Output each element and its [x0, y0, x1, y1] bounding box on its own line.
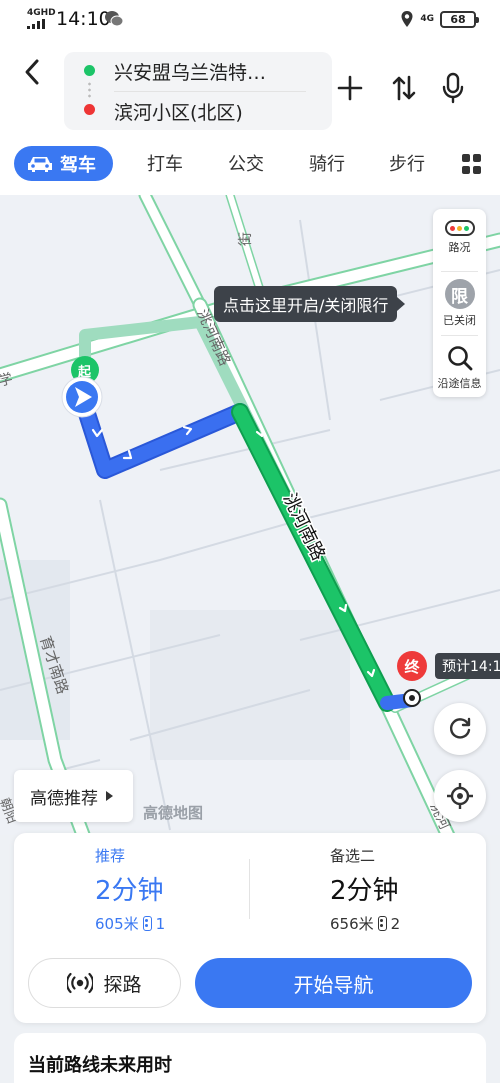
signal-icon	[27, 19, 45, 29]
route-time: 2分钟	[95, 876, 164, 906]
map-watermark: 高德地图	[143, 804, 204, 822]
chevron-left-icon	[25, 59, 39, 85]
wechat-icon	[105, 11, 124, 27]
status-bar: 4GHD 14:10 4G 68	[0, 0, 500, 40]
locate-icon	[447, 783, 473, 809]
network-label: 4GHD	[27, 8, 56, 18]
swap-icon	[392, 75, 416, 101]
traffic-icon	[444, 220, 475, 236]
tab-transit[interactable]: 公交	[228, 150, 264, 176]
route-divider	[114, 91, 306, 92]
route-header: 兴安盟乌兰浩特… 滨河小区(北区) 驾车 打车 公交 骑行 步行	[0, 40, 500, 195]
network-indicator: 4GHD	[27, 9, 56, 29]
more-modes-icon[interactable]	[462, 154, 482, 174]
gaode-recommend-button[interactable]: 高德推荐	[14, 770, 133, 822]
battery-level: 68	[450, 12, 466, 26]
restriction-toggle[interactable]: 限 已关闭	[433, 273, 486, 333]
tab-drive-label: 驾车	[60, 154, 96, 176]
tab-walk[interactable]: 步行	[389, 150, 425, 176]
route-option-recommended[interactable]: 推荐 2分钟 605米 1	[95, 845, 295, 934]
refresh-button[interactable]	[434, 703, 486, 755]
origin-field[interactable]: 兴安盟乌兰浩特…	[114, 58, 314, 85]
restriction-tooltip[interactable]: 点击这里开启/关闭限行	[214, 286, 406, 322]
tab-ride[interactable]: 骑行	[309, 150, 345, 176]
traffic-light-icon	[377, 916, 387, 931]
traffic-light-icon	[142, 916, 152, 931]
refresh-icon	[449, 717, 471, 739]
restriction-icon: 限	[444, 279, 475, 309]
tab-taxi[interactable]: 打车	[147, 150, 183, 176]
along-route-info[interactable]: 沿途信息	[433, 337, 486, 397]
route-tag: 备选二	[330, 847, 376, 865]
recommend-label: 高德推荐	[30, 788, 98, 809]
eta-label: 预计14:12	[435, 653, 500, 679]
destination-field[interactable]: 滨河小区(北区)	[114, 98, 243, 125]
route-connector	[88, 81, 91, 99]
restriction-label: 已关闭	[443, 314, 476, 327]
play-icon	[106, 791, 113, 801]
traffic-toggle[interactable]: 路况	[433, 209, 486, 269]
traffic-label: 路况	[448, 241, 471, 254]
battery-icon: 68	[440, 10, 479, 28]
route-options-sheet: 推荐 2分钟 605米 1 备选二 2分钟 656米 2 探路 开始导航	[14, 833, 486, 1023]
swap-route-button[interactable]	[386, 70, 422, 106]
location-icon	[401, 11, 413, 27]
route-lights: 1	[155, 914, 166, 933]
future-time-title: 当前路线未来用时	[28, 1055, 172, 1076]
explore-label: 探路	[103, 973, 142, 996]
start-navigation-button[interactable]: 开始导航	[195, 958, 472, 1008]
route-meta: 605米 1	[95, 913, 295, 934]
map-tools-panel: 路况 限 已关闭 沿途信息	[433, 209, 486, 397]
tab-drive[interactable]: 驾车	[14, 146, 113, 181]
route-distance: 656米	[330, 915, 374, 933]
microphone-icon	[442, 72, 464, 104]
route-time: 2分钟	[330, 876, 399, 906]
car-icon	[28, 156, 52, 172]
origin-dot	[84, 65, 95, 76]
destination-dot	[84, 104, 95, 115]
route-lights: 2	[390, 914, 401, 933]
voice-button[interactable]	[435, 70, 471, 106]
explore-route-button[interactable]: 探路	[28, 958, 181, 1008]
route-option-alt2[interactable]: 备选二 2分钟 656米 2	[330, 845, 500, 934]
end-marker: 终	[397, 651, 427, 681]
status-time: 14:10	[56, 8, 111, 30]
broadcast-icon	[67, 972, 94, 994]
transport-tabs: 驾车 打车 公交 骑行 步行	[0, 140, 500, 186]
future-time-sheet: 当前路线未来用时	[14, 1033, 486, 1083]
along-route-label: 沿途信息	[437, 377, 482, 390]
search-icon	[447, 346, 472, 371]
network-4g: 4G	[420, 13, 434, 24]
road-label: 街	[238, 232, 254, 246]
route-tag: 推荐	[95, 847, 126, 865]
route-distance: 605米	[95, 915, 139, 933]
plus-icon	[337, 75, 363, 101]
route-meta: 656米 2	[330, 913, 500, 934]
route-input-box: 兴安盟乌兰浩特… 滨河小区(北区)	[64, 52, 332, 130]
add-waypoint-button[interactable]	[332, 70, 368, 106]
locate-button[interactable]	[434, 770, 486, 822]
back-button[interactable]	[14, 54, 50, 90]
